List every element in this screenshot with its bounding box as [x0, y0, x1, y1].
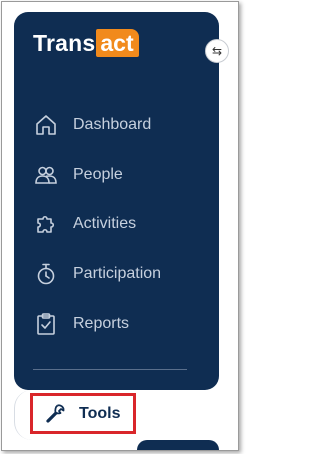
screenshot-frame: Trans act ⇆ Dashboard People Activities … [1, 1, 239, 451]
brand-prefix: Trans [33, 29, 96, 56]
nav-item-participation[interactable]: Participation [33, 257, 208, 291]
sidebar-bottom-segment [137, 440, 219, 450]
nav-item-tools[interactable]: Tools [30, 393, 136, 434]
clipboard-check-icon [33, 311, 59, 337]
collapse-sidebar-button[interactable]: ⇆ [205, 39, 229, 63]
nav-item-label: Tools [79, 404, 121, 422]
people-icon [33, 162, 59, 188]
wrench-icon [43, 402, 67, 426]
nav-item-people[interactable]: People [33, 158, 208, 192]
nav-item-label: Dashboard [73, 116, 152, 133]
nav-item-activities[interactable]: Activities [33, 207, 208, 241]
brand-suffix: act [96, 29, 139, 57]
nav-item-label: Activities [73, 215, 137, 232]
nav-item-label: People [73, 166, 123, 183]
sidebar-divider [33, 369, 187, 370]
nav-item-label: Reports [73, 315, 130, 332]
nav-item-label: Participation [73, 265, 162, 282]
swap-arrows-icon: ⇆ [211, 44, 223, 58]
brand-logo[interactable]: Trans act [33, 28, 139, 58]
stopwatch-icon [33, 261, 59, 287]
nav-item-dashboard[interactable]: Dashboard [33, 108, 208, 142]
puzzle-icon [33, 211, 59, 237]
home-icon [33, 112, 59, 138]
nav-item-reports[interactable]: Reports [33, 307, 208, 341]
